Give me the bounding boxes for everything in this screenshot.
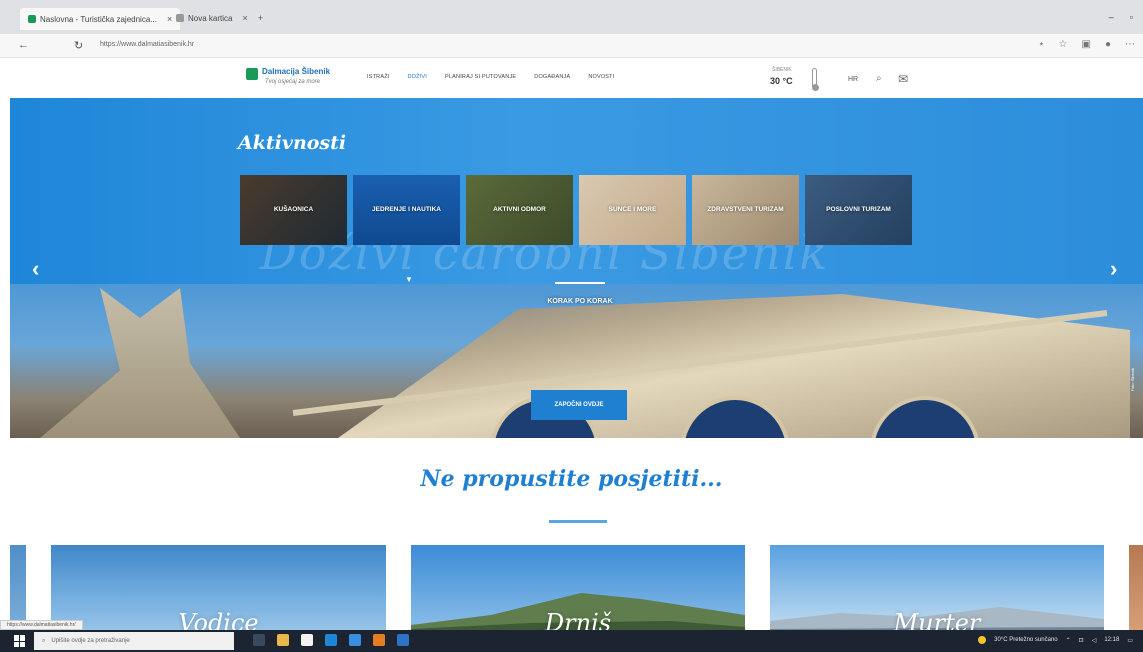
weather-temperature: 30 °C (770, 76, 793, 86)
taskbar-search-placeholder: Upišite ovdje za pretraživanje (51, 638, 130, 644)
search-icon[interactable]: ⌕ (876, 73, 882, 84)
tab-title: Nova kartica (188, 13, 233, 23)
minimize-icon[interactable]: – (1109, 12, 1114, 22)
nav-item-dogadanja[interactable]: DOGAĐANJA (534, 74, 570, 80)
start-here-button[interactable]: ZAPOČNI OVDJE (531, 390, 627, 420)
slide-caption: KORAK PO KORAK (547, 298, 613, 305)
favorites-icon[interactable]: ☆ (1059, 39, 1068, 50)
file-explorer-icon[interactable] (277, 634, 289, 646)
tray-chevron-icon[interactable]: ⌃ (1066, 637, 1071, 644)
main-navigation: ISTRAŽI DOŽIVI PLANIRAJ SI PUTOVANJE DOG… (367, 74, 614, 80)
site-header: Dalmacija Šibenik Tvoj osjećaj za more I… (0, 58, 1143, 98)
tab-close-icon[interactable]: × (242, 13, 247, 23)
activities-title: Aktivnosti (238, 132, 347, 154)
volume-icon[interactable]: ◁ (1092, 637, 1097, 644)
scroll-down-icon[interactable]: ▼ (405, 275, 413, 284)
windows-taskbar: ⌕ Upišite ovdje za pretraživanje 30°C Pr… (0, 630, 1143, 652)
taskbar-weather[interactable]: 30°C Pretežno sunčano (994, 637, 1057, 643)
weather-sun-icon (978, 636, 987, 644)
tab-title: Naslovna - Turistička zajednica... (40, 14, 157, 24)
tile-label: Sunce i more (608, 205, 657, 213)
hero-slider: Doživi čarobni Šibenik Aktivnosti Kušaon… (10, 98, 1143, 438)
browser-tab[interactable]: Nova kartica × + (176, 10, 263, 26)
taskbar-apps (253, 634, 409, 646)
task-view-icon[interactable] (253, 634, 265, 646)
window-controls: – ▫ (1109, 12, 1133, 22)
logo-title[interactable]: Dalmacija Šibenik (262, 67, 330, 76)
title-underline (549, 520, 607, 523)
system-tray: 30°C Pretežno sunčano ⌃ ⊡ ◁ 12:18 ▭ (978, 636, 1133, 644)
slider-prev-arrow-icon[interactable]: ‹ (32, 256, 39, 282)
tile-poslovni-turizam[interactable]: Poslovni turizam (805, 175, 912, 245)
destination-card-partial[interactable] (1129, 545, 1143, 635)
tile-sunce-i-more[interactable]: Sunce i more (579, 175, 686, 245)
edge-icon[interactable] (325, 634, 337, 646)
newsletter-icon[interactable]: ✉ (898, 72, 908, 86)
tile-kusaonica[interactable]: Kušaonica (240, 175, 347, 245)
browser-tab-active[interactable]: Naslovna - Turistička zajednica... × (20, 8, 181, 30)
mail-icon[interactable] (349, 634, 361, 646)
new-tab-icon[interactable]: + (258, 13, 263, 23)
activity-tiles: Kušaonica Jedrenje i nautika Aktivni odm… (240, 175, 912, 245)
url-field[interactable]: https://www.dalmatiasibenik.hr (100, 41, 194, 48)
browser-tab-bar: Naslovna - Turistička zajednica... × Nov… (0, 0, 1143, 34)
tile-label: Kušaonica (273, 205, 314, 213)
weather-location: ŠIBENIK (772, 67, 792, 73)
profile-icon[interactable]: ● (1105, 39, 1111, 50)
nav-item-dozivi[interactable]: DOŽIVI (407, 74, 427, 80)
tile-aktivni-odmor[interactable]: Aktivni odmor (466, 175, 573, 245)
maximize-icon[interactable]: ▫ (1130, 12, 1133, 22)
reload-icon[interactable]: ↻ (74, 39, 83, 52)
notifications-icon[interactable]: ▭ (1127, 637, 1133, 644)
address-bar: ← ↻ https://www.dalmatiasibenik.hr ⋆ ☆ ▣… (0, 34, 1143, 58)
destination-card-murter[interactable]: Murter (770, 545, 1104, 635)
nav-item-planiraj[interactable]: PLANIRAJ SI PUTOVANJE (445, 74, 516, 80)
network-icon[interactable]: ⊡ (1079, 637, 1084, 644)
tile-jedrenje[interactable]: Jedrenje i nautika (353, 175, 460, 245)
tile-label: Aktivni odmor (493, 205, 546, 213)
tile-label: Poslovni turizam (826, 205, 891, 213)
link-preview-status: https://www.dalmatiasibenik.hr/ (0, 620, 83, 630)
taskbar-clock[interactable]: 12:18 (1104, 637, 1119, 643)
windows-start-icon[interactable] (14, 635, 26, 647)
tile-label: Zdravstveni turizam (707, 205, 784, 213)
search-icon: ⌕ (42, 637, 46, 644)
read-aloud-icon[interactable]: ⋆ (1038, 39, 1044, 50)
destination-card-drnis[interactable]: Drniš (411, 545, 745, 635)
taskbar-search-input[interactable]: ⌕ Upišite ovdje za pretraživanje (34, 632, 234, 650)
language-switch[interactable]: HR (848, 76, 858, 83)
tile-label: Jedrenje i nautika (372, 205, 441, 213)
tile-zdravstveni-turizam[interactable]: Zdravstveni turizam (692, 175, 799, 245)
nav-item-novosti[interactable]: NOVOSTI (588, 74, 614, 80)
site-favicon-icon (28, 15, 36, 23)
dont-miss-title: Ne propustite posjetiti... (420, 466, 723, 492)
store-icon[interactable] (301, 634, 313, 646)
app-icon[interactable] (397, 634, 409, 646)
more-icon[interactable]: ⋯ (1125, 39, 1135, 50)
collections-icon[interactable]: ▣ (1082, 39, 1091, 50)
photo-credit: Foto: Šibenik (1130, 368, 1135, 392)
slider-next-arrow-icon[interactable]: › (1110, 256, 1117, 282)
browser-toolbar-icons: ⋆ ☆ ▣ ● ⋯ (1038, 39, 1135, 50)
new-tab-favicon-icon (176, 14, 184, 22)
logo-icon[interactable] (246, 68, 258, 80)
logo-tagline: Tvoj osjećaj za more (265, 79, 321, 85)
back-arrow-icon[interactable]: ← (18, 39, 29, 51)
app-icon[interactable] (373, 634, 385, 646)
tab-close-icon[interactable]: × (167, 14, 172, 24)
nav-item-istrazi[interactable]: ISTRAŽI (367, 74, 389, 80)
thermometer-icon (812, 68, 819, 91)
destination-card-vodice[interactable]: Vodice (51, 545, 386, 635)
slide-indicator (555, 282, 605, 284)
